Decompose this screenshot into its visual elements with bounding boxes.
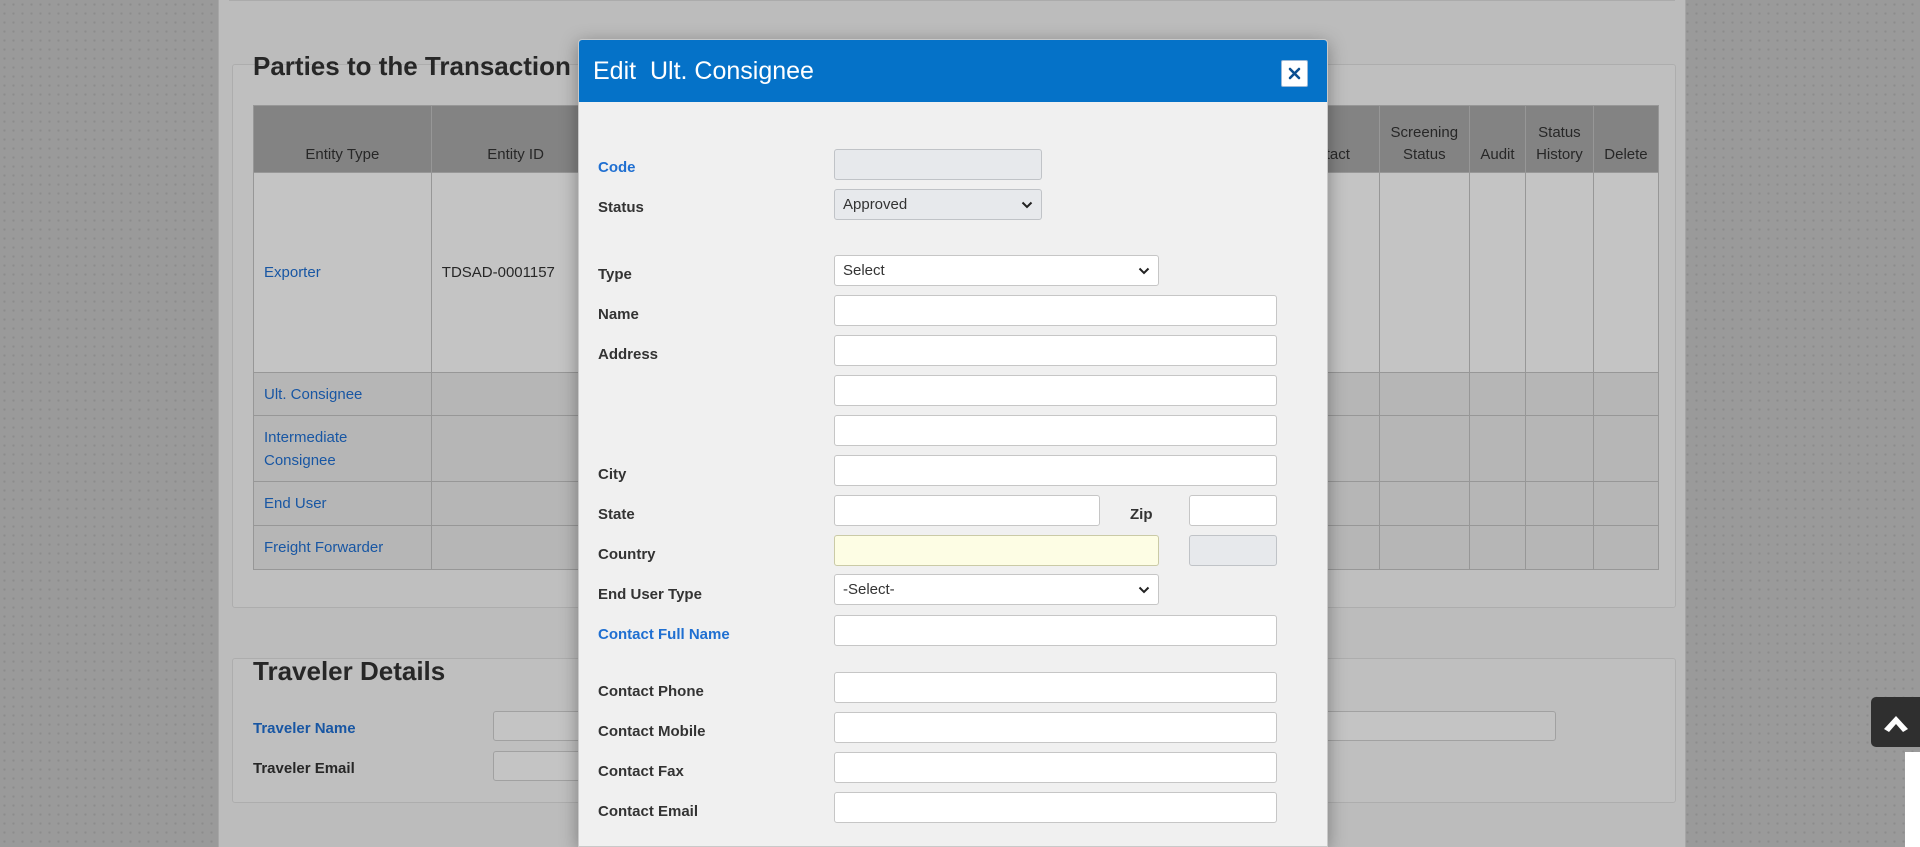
code-field[interactable] <box>834 149 1042 180</box>
contact-email-field[interactable] <box>834 792 1277 823</box>
contact-full-name-label: Contact Full Name <box>598 626 730 643</box>
close-icon <box>1288 67 1301 80</box>
contact-full-name-field[interactable] <box>834 615 1277 646</box>
address-label: Address <box>598 346 659 363</box>
code-label: Code <box>598 159 636 176</box>
zip-label: Zip <box>1130 506 1153 523</box>
contact-mobile-field[interactable] <box>834 712 1277 743</box>
close-button[interactable] <box>1281 60 1308 87</box>
chevron-up-icon <box>1883 716 1908 732</box>
dialog-title: Edit Ult. Consignee <box>593 56 814 85</box>
status-label: Status <box>598 199 644 216</box>
contact-mobile-label: Contact Mobile <box>598 723 706 740</box>
type-value: Select <box>843 262 885 279</box>
address-line1-field[interactable] <box>834 335 1277 366</box>
end-user-type-label: End User Type <box>598 586 702 603</box>
city-field[interactable] <box>834 455 1277 486</box>
country-field[interactable] <box>834 535 1159 566</box>
end-user-type-select[interactable]: -Select- <box>834 574 1159 605</box>
end-user-type-value: -Select- <box>843 581 895 598</box>
address-line2-field[interactable] <box>834 375 1277 406</box>
contact-phone-label: Contact Phone <box>598 683 704 700</box>
country-label: Country <box>598 546 656 563</box>
address-line3-field[interactable] <box>834 415 1277 446</box>
state-field[interactable] <box>834 495 1100 526</box>
type-select[interactable]: Select <box>834 255 1159 286</box>
status-value: Approved <box>843 196 908 213</box>
dialog-header: Edit Ult. Consignee <box>579 40 1327 102</box>
contact-fax-field[interactable] <box>834 752 1277 783</box>
name-label: Name <box>598 306 639 323</box>
chevron-down-icon <box>1138 267 1150 275</box>
page-edge <box>1905 752 1920 847</box>
name-field[interactable] <box>834 295 1277 326</box>
contact-fax-label: Contact Fax <box>598 763 684 780</box>
status-select[interactable]: Approved <box>834 189 1042 220</box>
contact-phone-field[interactable] <box>834 672 1277 703</box>
city-label: City <box>598 466 627 483</box>
zip-field[interactable] <box>1189 495 1277 526</box>
edit-consignee-dialog: Edit Ult. Consignee Code Status Approved… <box>578 39 1328 847</box>
chevron-down-icon <box>1021 201 1033 209</box>
state-label: State <box>598 506 635 523</box>
country-code-field[interactable] <box>1189 535 1277 566</box>
contact-email-label: Contact Email <box>598 803 699 820</box>
chevron-down-icon <box>1138 586 1150 594</box>
scroll-to-top-button[interactable] <box>1871 697 1920 747</box>
type-label: Type <box>598 266 632 283</box>
